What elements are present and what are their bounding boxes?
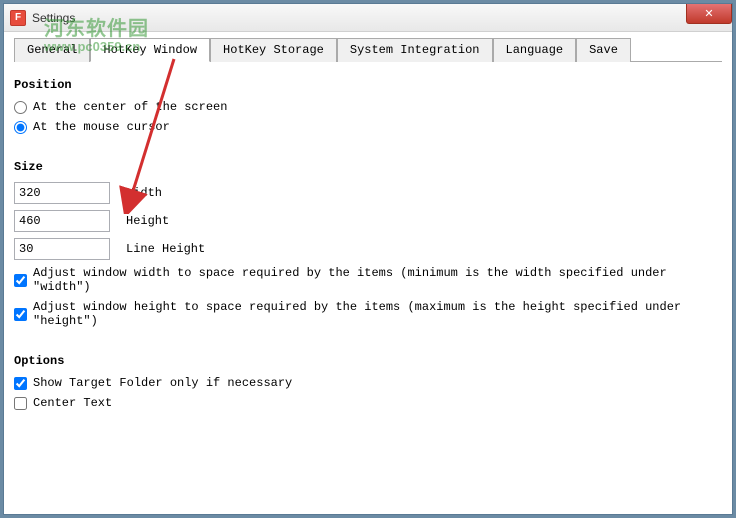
check-show-target-label: Show Target Folder only if necessary — [33, 376, 292, 390]
position-heading: Position — [14, 78, 722, 92]
radio-center-screen-input[interactable] — [14, 101, 27, 114]
check-adjust-width[interactable]: Adjust window width to space required by… — [14, 266, 722, 294]
tab-hotkey-storage[interactable]: HotKey Storage — [210, 38, 337, 62]
options-heading: Options — [14, 354, 722, 368]
check-center-text[interactable]: Center Text — [14, 396, 722, 410]
tab-bar: General HotKey Window HotKey Storage Sys… — [14, 38, 722, 62]
check-adjust-width-input[interactable] — [14, 274, 27, 287]
close-icon: ✕ — [704, 7, 713, 20]
check-adjust-height-label: Adjust window height to space required b… — [33, 300, 722, 328]
check-adjust-width-label: Adjust window width to space required by… — [33, 266, 722, 294]
line-height-input[interactable] — [14, 238, 110, 260]
check-center-text-label: Center Text — [33, 396, 112, 410]
tab-general[interactable]: General — [14, 38, 90, 62]
window-title: Settings — [32, 11, 75, 25]
radio-center-screen-label: At the center of the screen — [33, 100, 227, 114]
size-heading: Size — [14, 160, 722, 174]
height-label: Height — [126, 214, 169, 228]
radio-mouse-cursor[interactable]: At the mouse cursor — [14, 120, 722, 134]
tab-language[interactable]: Language — [493, 38, 577, 62]
tab-hotkey-window[interactable]: HotKey Window — [90, 38, 210, 62]
check-show-target[interactable]: Show Target Folder only if necessary — [14, 376, 722, 390]
height-input[interactable] — [14, 210, 110, 232]
check-adjust-height[interactable]: Adjust window height to space required b… — [14, 300, 722, 328]
radio-center-screen[interactable]: At the center of the screen — [14, 100, 722, 114]
close-button[interactable]: ✕ — [686, 4, 732, 24]
check-adjust-height-input[interactable] — [14, 308, 27, 321]
settings-window: F Settings ✕ 河东软件园 www.pc0359.cn General… — [3, 3, 733, 515]
tab-system-integration[interactable]: System Integration — [337, 38, 493, 62]
check-center-text-input[interactable] — [14, 397, 27, 410]
radio-mouse-cursor-input[interactable] — [14, 121, 27, 134]
width-label: Width — [126, 186, 162, 200]
content-area: General HotKey Window HotKey Storage Sys… — [4, 32, 732, 422]
line-height-label: Line Height — [126, 242, 205, 256]
tab-save[interactable]: Save — [576, 38, 631, 62]
width-input[interactable] — [14, 182, 110, 204]
titlebar: F Settings ✕ — [4, 4, 732, 32]
app-icon: F — [10, 10, 26, 26]
check-show-target-input[interactable] — [14, 377, 27, 390]
radio-mouse-cursor-label: At the mouse cursor — [33, 120, 170, 134]
